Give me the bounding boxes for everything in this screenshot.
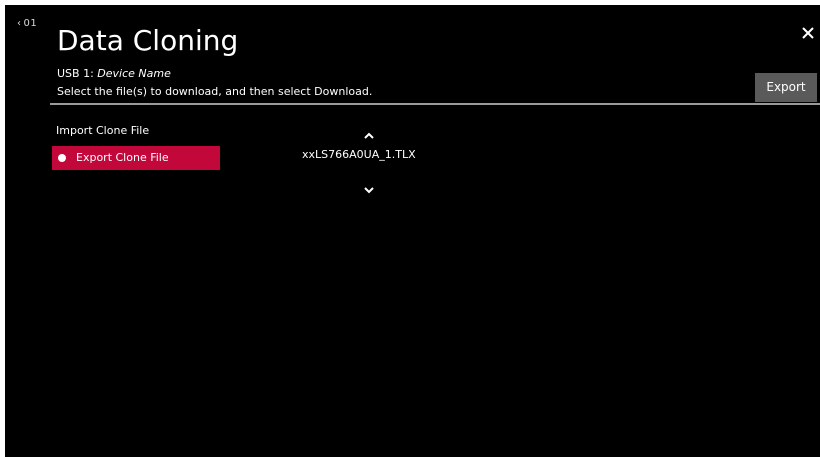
scroll-down-button[interactable] <box>363 179 375 194</box>
app-screen: ‹ 01 Data Cloning USB 1: Device Name Sele… <box>5 5 820 457</box>
close-button[interactable] <box>799 24 817 42</box>
file-list-item[interactable]: xxLS766A0UA_1.TLX <box>302 148 416 161</box>
header-divider <box>50 103 820 105</box>
menu-item-label: Import Clone File <box>56 124 150 137</box>
radio-dot-icon <box>58 154 66 162</box>
chevron-up-icon <box>364 132 374 139</box>
chevron-down-icon <box>364 187 374 194</box>
export-button[interactable]: Export <box>755 73 817 102</box>
chevron-left-icon: ‹ <box>17 18 22 29</box>
menu-item-export-clone-file[interactable]: Export Clone File <box>52 146 220 170</box>
menu-item-import-clone-file[interactable]: Import Clone File <box>52 119 220 143</box>
device-name: Device Name <box>97 67 171 80</box>
back-label: 01 <box>23 18 38 29</box>
back-button[interactable]: ‹ 01 <box>17 18 37 29</box>
page-title: Data Cloning <box>57 24 239 57</box>
instruction-text: Select the file(s) to download, and then… <box>57 85 373 98</box>
menu-item-label: Export Clone File <box>76 151 169 164</box>
device-prefix: USB 1: <box>57 67 94 80</box>
close-icon <box>802 27 814 39</box>
device-line: USB 1: Device Name <box>57 67 171 80</box>
scroll-up-button[interactable] <box>363 125 375 139</box>
